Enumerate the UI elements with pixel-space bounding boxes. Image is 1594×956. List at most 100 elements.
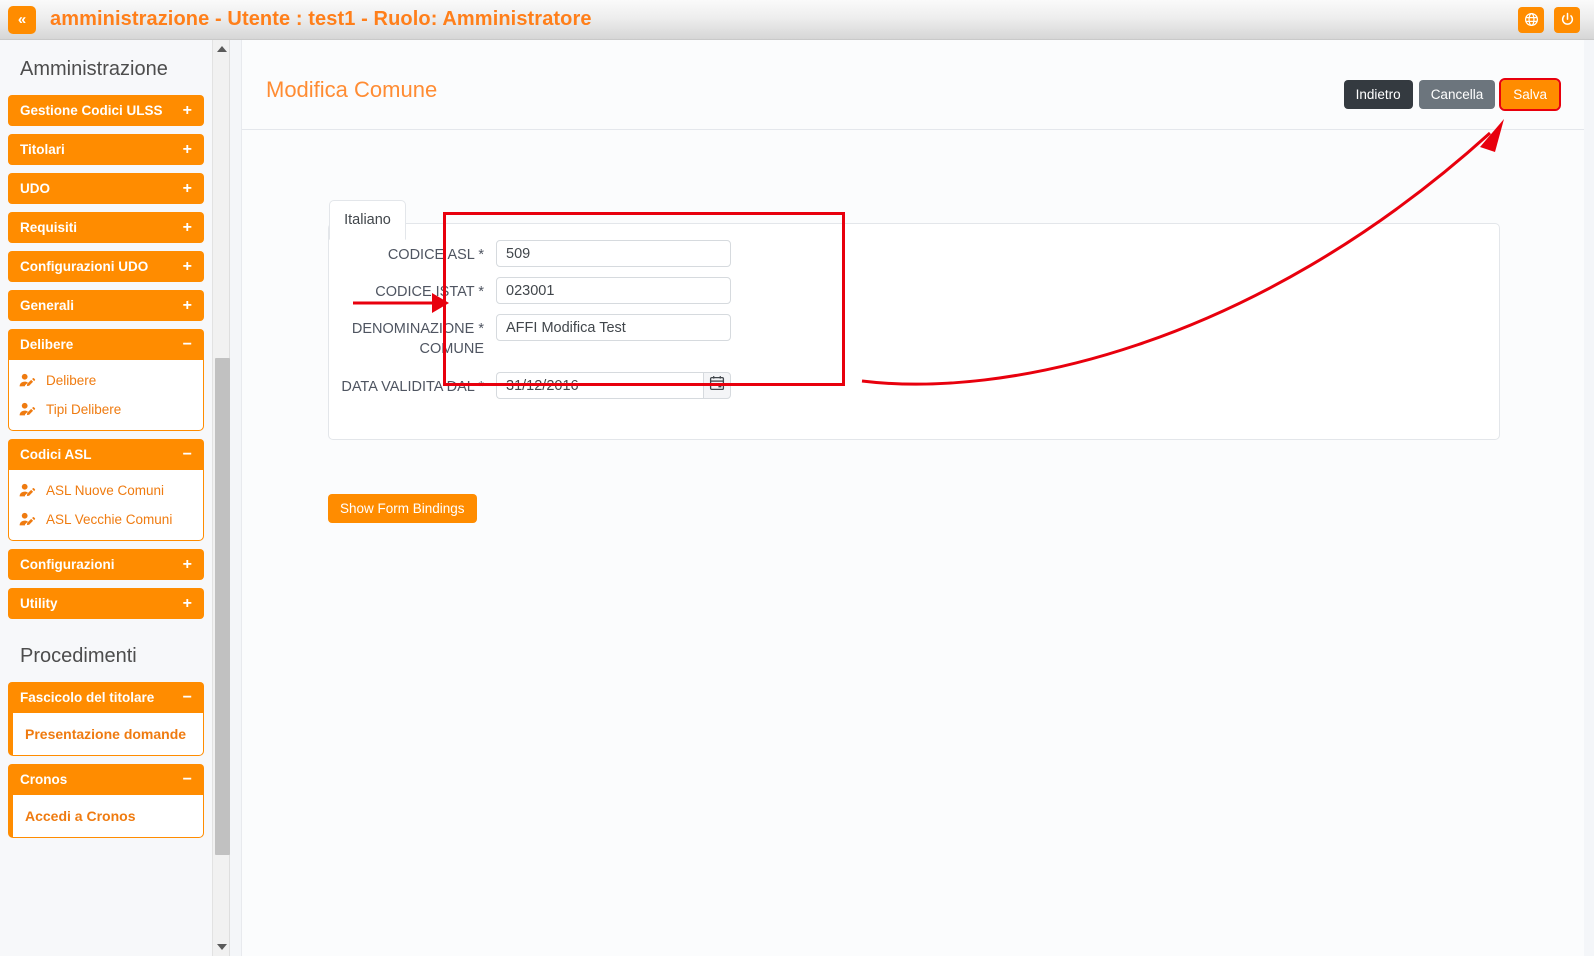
- sidebar-item-label: ASL Vecchie Comuni: [46, 512, 173, 527]
- sidebar-group-label: Generali: [20, 298, 75, 313]
- sidebar-group: Codici ASL − ASL Nuove Comuni ASL Vecchie C…: [8, 439, 204, 541]
- page-action-buttons: Indietro Cancella Salva: [1343, 78, 1561, 111]
- sidebar-section-title: Procedimenti: [20, 645, 137, 667]
- top-bar: « amministrazione - Utente : test1 - Ruo…: [0, 0, 1594, 40]
- sidebar-group-header-generali[interactable]: Generali +: [8, 290, 204, 321]
- sidebar-item-label: ASL Nuove Comuni: [46, 483, 165, 498]
- user-edit-icon: [19, 512, 36, 527]
- plus-icon: +: [182, 594, 192, 612]
- sidebar-group: Titolari +: [8, 134, 204, 165]
- form-row: DATA VALIDITA DAL *: [331, 372, 731, 399]
- top-bar-actions: [1518, 6, 1580, 33]
- sidebar-scrollbar[interactable]: [212, 40, 230, 956]
- page-header: Modifica Comune Indietro Cancella Salva: [242, 40, 1584, 130]
- sidebar-item-accedi-a-cronos[interactable]: Accedi a Cronos: [13, 801, 203, 831]
- sidebar-group: Fascicolo del titolare − Presentazione dom…: [8, 682, 204, 756]
- indietro-button[interactable]: Indietro: [1343, 80, 1413, 109]
- calendar-picker-button[interactable]: [703, 372, 731, 399]
- sidebar-group-header-cronos[interactable]: Cronos −: [8, 764, 204, 795]
- plus-icon: +: [182, 555, 192, 573]
- sidebar-group-label: Configurazioni: [20, 557, 115, 572]
- sidebar-group-header-requisiti[interactable]: Requisiti +: [8, 212, 204, 243]
- sidebar-item-presentazione-domande[interactable]: Presentazione domande: [13, 719, 203, 749]
- sidebar-group-header-utility[interactable]: Utility +: [8, 588, 204, 619]
- date-input[interactable]: [496, 372, 703, 399]
- user-edit-icon: [19, 373, 36, 388]
- form-field-label: DENOMINAZIONE * COMUNE: [351, 321, 484, 357]
- tab-italiano[interactable]: Italiano: [329, 200, 406, 240]
- user-edit-icon: [19, 402, 36, 417]
- sidebar-group-header-gestione-codici-ulss[interactable]: Gestione Codici ULSS +: [8, 95, 204, 126]
- plus-icon: +: [182, 140, 192, 158]
- form-row: DENOMINAZIONE * COMUNE: [331, 314, 731, 359]
- form-field-label: DATA VALIDITA DAL *: [341, 379, 484, 395]
- sidebar-group-header-udo[interactable]: UDO +: [8, 173, 204, 204]
- sidebar-group-label: Codici ASL: [20, 447, 92, 462]
- logout-button[interactable]: [1554, 6, 1580, 33]
- sidebar-group-label: Cronos: [20, 772, 68, 787]
- sidebar-group: Utility +: [8, 588, 204, 619]
- language-button[interactable]: [1518, 6, 1544, 33]
- sidebar-item-delibere[interactable]: Delibere: [9, 366, 203, 395]
- sidebar-group-header-titolari[interactable]: Titolari +: [8, 134, 204, 165]
- text-input[interactable]: [496, 277, 731, 304]
- app-title: amministrazione - Utente : test1 - Ruolo…: [50, 8, 592, 30]
- plus-icon: +: [182, 218, 192, 236]
- sidebar-group-header-configurazioni[interactable]: Configurazioni +: [8, 549, 204, 580]
- globe-icon: [1524, 12, 1539, 27]
- sidebar-item-tipi-delibere[interactable]: Tipi Delibere: [9, 395, 203, 424]
- sidebar-group: Configurazioni UDO +: [8, 251, 204, 282]
- salva-button[interactable]: Salva: [1499, 78, 1561, 111]
- text-input[interactable]: [496, 240, 731, 267]
- main-content: Modifica Comune Indietro Cancella Salva It…: [231, 40, 1594, 956]
- sidebar-group: Cronos − Accedi a Cronos: [8, 764, 204, 838]
- sidebar-group-label: Titolari: [20, 142, 65, 157]
- date-field-group: [496, 372, 731, 399]
- power-icon: [1560, 12, 1575, 27]
- sidebar-item-asl-vecchie-comuni[interactable]: ASL Vecchie Comuni: [9, 505, 203, 534]
- text-input[interactable]: [496, 314, 731, 341]
- sidebar-submenu: Accedi a Cronos: [8, 795, 204, 838]
- sidebar[interactable]: Amministrazione Gestione Codici ULSS + Tito…: [0, 40, 212, 956]
- form-row: CODICE ASL *: [331, 240, 731, 267]
- form-panel: CODICE ASL * CODICE ISTAT * DENOMINAZIONE …: [328, 223, 1500, 440]
- show-form-bindings-button[interactable]: Show Form Bindings: [328, 494, 477, 523]
- sidebar-collapse-button[interactable]: «: [8, 5, 36, 34]
- sidebar-item-label: Delibere: [46, 373, 97, 388]
- sidebar-group-label: Configurazioni UDO: [20, 259, 149, 274]
- sidebar-group-label: Delibere: [20, 337, 74, 352]
- minus-icon: −: [182, 445, 192, 463]
- scrollbar-up-button[interactable]: [213, 40, 231, 58]
- sidebar-group-label: UDO: [20, 181, 50, 196]
- scrollbar-thumb[interactable]: [215, 358, 230, 855]
- sidebar-content: Amministrazione Gestione Codici ULSS + Tito…: [0, 40, 212, 838]
- minus-icon: −: [182, 335, 192, 353]
- sidebar-group-header-delibere[interactable]: Delibere −: [8, 329, 204, 360]
- user-edit-icon: [19, 483, 36, 498]
- plus-icon: +: [182, 179, 192, 197]
- sidebar-submenu: ASL Nuove Comuni ASL Vecchie Comuni: [8, 470, 204, 541]
- calendar-icon: [709, 375, 725, 396]
- sidebar-group-header-codici-asl[interactable]: Codici ASL −: [8, 439, 204, 470]
- page-title: Modifica Comune: [266, 77, 438, 102]
- cancella-button[interactable]: Cancella: [1418, 80, 1496, 109]
- sidebar-item-label: Accedi a Cronos: [25, 808, 136, 824]
- sidebar-section-title: Amministrazione: [20, 58, 168, 80]
- scrollbar-down-button[interactable]: [213, 938, 231, 956]
- triangle-down-icon: [217, 944, 227, 950]
- page-card: Modifica Comune Indietro Cancella Salva It…: [241, 40, 1584, 956]
- sidebar-submenu: Presentazione domande: [8, 713, 204, 756]
- sidebar-item-label: Tipi Delibere: [46, 402, 122, 417]
- sidebar-group: UDO +: [8, 173, 204, 204]
- form-row: CODICE ISTAT *: [331, 277, 731, 304]
- sidebar-group-header-configurazioni-udo[interactable]: Configurazioni UDO +: [8, 251, 204, 282]
- sidebar-group: Configurazioni +: [8, 549, 204, 580]
- minus-icon: −: [182, 688, 192, 706]
- sidebar-group-header-fascicolo-del-titolare[interactable]: Fascicolo del titolare −: [8, 682, 204, 713]
- sidebar-group: Delibere − Delibere Tipi Delibere: [8, 329, 204, 431]
- minus-icon: −: [182, 770, 192, 788]
- sidebar-item-asl-nuove-comuni[interactable]: ASL Nuove Comuni: [9, 476, 203, 505]
- triangle-up-icon: [217, 46, 227, 52]
- sidebar-group: Requisiti +: [8, 212, 204, 243]
- sidebar-group-label: Fascicolo del titolare: [20, 690, 155, 705]
